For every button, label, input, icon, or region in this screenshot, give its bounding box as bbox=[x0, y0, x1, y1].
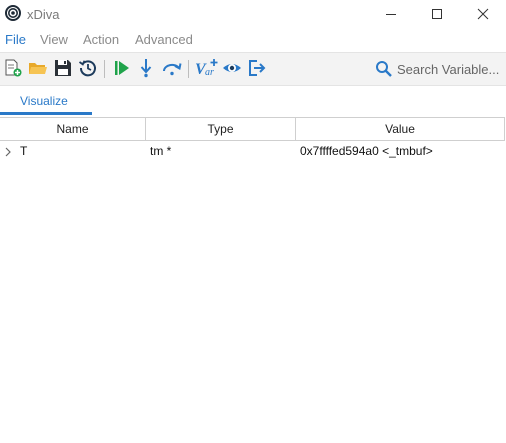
new-file-button[interactable] bbox=[2, 57, 24, 79]
minimize-icon bbox=[386, 14, 396, 15]
xdiva-logo-icon bbox=[5, 5, 21, 21]
exit-button[interactable] bbox=[246, 57, 268, 79]
close-icon bbox=[477, 8, 489, 20]
column-header-type[interactable]: Type bbox=[146, 118, 296, 140]
tab-bar: Visualize bbox=[0, 85, 506, 115]
play-icon bbox=[115, 61, 129, 75]
toolbar-separator bbox=[188, 60, 189, 78]
variables-table-header: Name Type Value bbox=[0, 117, 505, 141]
table-row[interactable]: T tm * 0x7ffffed594a0 <_tmbuf> bbox=[0, 141, 505, 161]
save-icon bbox=[55, 60, 71, 76]
window-title: xDiva bbox=[27, 7, 60, 22]
open-folder-button[interactable] bbox=[27, 57, 49, 79]
menu-action[interactable]: Action bbox=[83, 32, 119, 47]
tab-visualize[interactable]: Visualize bbox=[0, 85, 92, 115]
step-over-button[interactable] bbox=[161, 57, 183, 79]
new-file-icon bbox=[5, 59, 22, 77]
history-icon bbox=[78, 60, 96, 77]
maximize-button[interactable] bbox=[414, 0, 460, 28]
history-button[interactable] bbox=[77, 57, 99, 79]
variable-icon: V ar bbox=[195, 59, 218, 78]
search-variable-input[interactable] bbox=[397, 59, 501, 79]
minimize-button[interactable] bbox=[368, 0, 414, 28]
menu-advanced[interactable]: Advanced bbox=[135, 32, 193, 47]
exit-icon bbox=[249, 60, 266, 76]
close-button[interactable] bbox=[460, 0, 506, 28]
tab-active-indicator bbox=[0, 112, 92, 115]
svg-text:ar: ar bbox=[205, 67, 214, 78]
watch-button[interactable] bbox=[221, 57, 243, 79]
menu-view[interactable]: View bbox=[40, 32, 68, 47]
eye-icon bbox=[223, 64, 241, 72]
add-variable-button[interactable]: V ar bbox=[194, 57, 220, 79]
cell-type: tm * bbox=[150, 144, 172, 158]
menu-file[interactable]: File bbox=[5, 32, 26, 47]
run-button[interactable] bbox=[111, 57, 133, 79]
toolbar-separator bbox=[104, 60, 105, 78]
maximize-icon bbox=[432, 9, 442, 19]
step-over-icon bbox=[162, 63, 182, 76]
cell-value: 0x7ffffed594a0 <_tmbuf> bbox=[300, 144, 433, 158]
column-header-value[interactable]: Value bbox=[296, 118, 505, 140]
menu-bar: File View Action Advanced bbox=[0, 28, 506, 50]
column-header-name[interactable]: Name bbox=[0, 118, 146, 140]
step-into-button[interactable] bbox=[135, 57, 157, 79]
folder-icon bbox=[29, 63, 47, 74]
chevron-right-icon[interactable] bbox=[4, 145, 12, 157]
step-into-icon bbox=[140, 59, 152, 78]
save-button[interactable] bbox=[52, 57, 74, 79]
cell-name: T bbox=[20, 144, 28, 158]
search-icon[interactable] bbox=[375, 60, 393, 78]
toolbar: V ar bbox=[0, 52, 506, 86]
title-bar: xDiva bbox=[0, 0, 506, 28]
tab-visualize-label: Visualize bbox=[20, 94, 68, 108]
